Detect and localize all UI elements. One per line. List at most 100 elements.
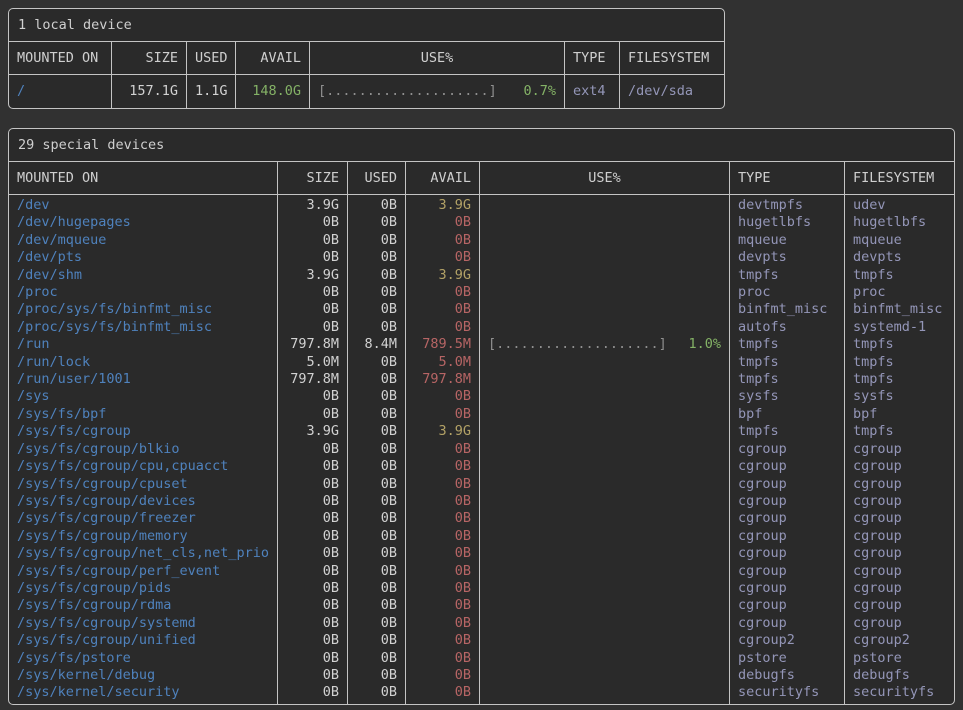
col-header-avail: AVAIL	[406, 162, 480, 194]
type-cell: cgroup	[730, 493, 845, 510]
type-cell: cgroup	[730, 615, 845, 632]
avail-cell: 0B	[406, 493, 480, 510]
used-cell: 0B	[348, 615, 406, 632]
usage-bar-cell	[480, 319, 730, 336]
size-cell: 0B	[278, 406, 348, 423]
device-row: /proc0B0B0Bprocproc	[9, 284, 954, 301]
avail-cell: 0B	[406, 667, 480, 684]
type-cell: tmpfs	[730, 267, 845, 284]
device-row: /sys/fs/cgroup/devices0B0B0Bcgroupcgroup	[9, 493, 954, 510]
mount-cell: /dev/mqueue	[9, 232, 278, 249]
usage-bar-cell	[480, 597, 730, 614]
usage-bar-cell	[480, 476, 730, 493]
usage-bar: [....................]	[318, 75, 497, 108]
mount-cell: /proc	[9, 284, 278, 301]
size-cell: 0B	[278, 667, 348, 684]
filesystem-cell: /dev/sda	[620, 75, 724, 108]
avail-cell: 0B	[406, 510, 480, 527]
mount-cell: /sys/fs/cgroup/cpuset	[9, 476, 278, 493]
usage-bar-cell	[480, 667, 730, 684]
device-row: /sys/fs/cgroup/net_cls,net_prio0B0B0Bcgr…	[9, 545, 954, 562]
avail-cell: 0B	[406, 528, 480, 545]
col-header-size: SIZE	[112, 42, 187, 74]
avail-cell: 0B	[406, 650, 480, 667]
filesystem-cell: mqueue	[845, 232, 954, 249]
device-row: /sys/fs/pstore0B0B0Bpstorepstore	[9, 650, 954, 667]
mount-cell: /sys/fs/cgroup/blkio	[9, 441, 278, 458]
filesystem-cell: cgroup	[845, 563, 954, 580]
col-header-mounted-on: MOUNTED ON	[9, 162, 278, 194]
mount-cell: /sys/kernel/debug	[9, 667, 278, 684]
type-cell: cgroup	[730, 580, 845, 597]
device-row: /dev/pts0B0B0Bdevptsdevpts	[9, 249, 954, 266]
special-devices-panel: 29 special devices MOUNTED ONSIZEUSEDAVA…	[8, 128, 955, 705]
used-cell: 0B	[348, 301, 406, 318]
device-row: /run/lock5.0M0B5.0Mtmpfstmpfs	[9, 354, 954, 371]
used-cell: 0B	[348, 371, 406, 388]
used-cell: 0B	[348, 249, 406, 266]
filesystem-cell: cgroup	[845, 441, 954, 458]
used-cell: 0B	[348, 667, 406, 684]
usage-bar-cell	[480, 249, 730, 266]
filesystem-cell: bpf	[845, 406, 954, 423]
type-cell: tmpfs	[730, 371, 845, 388]
filesystem-cell: cgroup	[845, 510, 954, 527]
size-cell: 0B	[278, 615, 348, 632]
filesystem-cell: cgroup	[845, 545, 954, 562]
filesystem-cell: tmpfs	[845, 371, 954, 388]
usage-bar-cell	[480, 301, 730, 318]
usage-bar-cell	[480, 632, 730, 649]
used-cell: 0B	[348, 510, 406, 527]
filesystem-cell: cgroup	[845, 580, 954, 597]
size-cell: 0B	[278, 284, 348, 301]
device-row: /sys/fs/cgroup/freezer0B0B0Bcgroupcgroup	[9, 510, 954, 527]
mount-cell: /sys/kernel/security	[9, 684, 278, 703]
mount-cell: /sys/fs/bpf	[9, 406, 278, 423]
type-cell: tmpfs	[730, 354, 845, 371]
type-cell: cgroup	[730, 441, 845, 458]
filesystem-cell: udev	[845, 195, 954, 214]
avail-cell: 0B	[406, 580, 480, 597]
device-row: /dev/hugepages0B0B0Bhugetlbfshugetlbfs	[9, 214, 954, 231]
usage-bar-cell	[480, 650, 730, 667]
avail-cell: 3.9G	[406, 267, 480, 284]
size-cell: 3.9G	[278, 423, 348, 440]
mount-cell: /sys/fs/cgroup	[9, 423, 278, 440]
mount-cell: /dev/hugepages	[9, 214, 278, 231]
avail-cell: 0B	[406, 476, 480, 493]
col-header-type: TYPE	[565, 42, 620, 74]
device-row: /dev3.9G0B3.9Gdevtmpfsudev	[9, 195, 954, 214]
size-cell: 0B	[278, 510, 348, 527]
col-header-filesystem: FILESYSTEM	[845, 162, 954, 194]
local-devices-title: 1 local device	[9, 9, 724, 42]
usage-percent: 1.0%	[688, 336, 721, 353]
mount-cell: /dev/shm	[9, 267, 278, 284]
usage-bar-cell	[480, 267, 730, 284]
size-cell: 0B	[278, 249, 348, 266]
col-header-avail: AVAIL	[236, 42, 310, 74]
usage-bar-cell	[480, 510, 730, 527]
mount-cell: /sys/fs/cgroup/memory	[9, 528, 278, 545]
mount-cell: /sys/fs/cgroup/systemd	[9, 615, 278, 632]
used-cell: 0B	[348, 476, 406, 493]
used-cell: 0B	[348, 267, 406, 284]
type-cell: securityfs	[730, 684, 845, 703]
used-cell: 0B	[348, 458, 406, 475]
type-cell: pstore	[730, 650, 845, 667]
local-devices-body: /157.1G1.1G148.0G[....................]0…	[9, 75, 724, 108]
col-header-used: USED	[187, 42, 236, 74]
type-cell: sysfs	[730, 388, 845, 405]
usage-bar-cell	[480, 354, 730, 371]
avail-cell: 0B	[406, 615, 480, 632]
usage-bar-cell	[480, 441, 730, 458]
type-cell: bpf	[730, 406, 845, 423]
col-header-type: TYPE	[730, 162, 845, 194]
mount-cell: /sys/fs/cgroup/freezer	[9, 510, 278, 527]
filesystem-cell: tmpfs	[845, 267, 954, 284]
avail-cell: 0B	[406, 319, 480, 336]
used-cell: 0B	[348, 319, 406, 336]
device-row: /sys/fs/cgroup/blkio0B0B0Bcgroupcgroup	[9, 441, 954, 458]
avail-cell: 0B	[406, 301, 480, 318]
avail-cell: 0B	[406, 684, 480, 703]
mount-cell: /sys	[9, 388, 278, 405]
